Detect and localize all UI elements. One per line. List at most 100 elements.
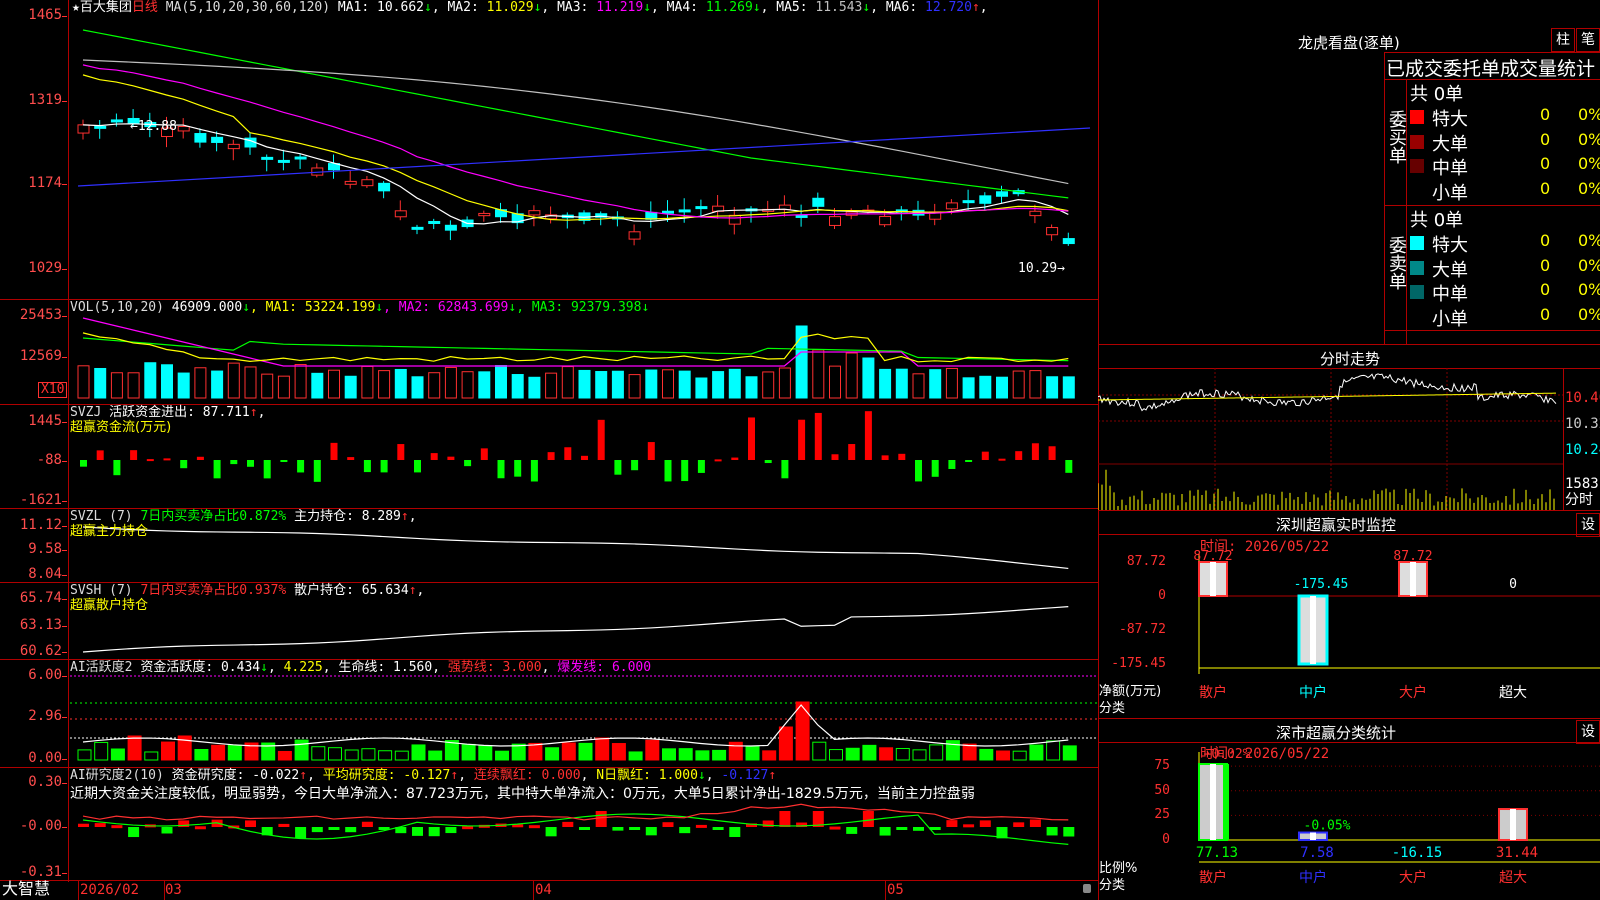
classify-settings-button[interactable]: 设 (1576, 720, 1600, 744)
vol-unit-badge[interactable]: X10 (38, 382, 68, 398)
activity-bar (294, 739, 309, 761)
fund-flow-bar (948, 460, 956, 469)
activity-bar (879, 747, 894, 761)
y-tick (62, 501, 67, 502)
tick-mode-button[interactable]: 笔 (1576, 28, 1600, 52)
candle (194, 133, 207, 143)
lhb-row: 中单 0 0% (1406, 154, 1600, 179)
period-label[interactable]: 日线 (132, 0, 158, 15)
ratio-bar-highlight (1510, 809, 1516, 840)
bar-mode-button[interactable]: 柱 (1551, 28, 1575, 52)
activity-bar (311, 746, 326, 761)
legend-swatch (1410, 309, 1424, 324)
activity-bar (845, 747, 860, 761)
ratio-bar-highlight (1210, 764, 1216, 840)
research-bar (94, 823, 106, 827)
legend-swatch (1410, 110, 1424, 124)
fund-flow-bar (247, 460, 254, 467)
net-bar-label: 87.72 (1393, 549, 1432, 564)
fund-flow-bar (881, 455, 889, 460)
volume-bar (929, 369, 942, 399)
activity-bar (161, 741, 175, 761)
monitor-chart[interactable]: 87.72 散户 -175.45 中户 87.72 大户 0 超大 (1098, 534, 1600, 714)
candle (812, 197, 825, 207)
category-label: 超大 (1499, 870, 1527, 886)
volume-bar (495, 365, 507, 399)
legend-swatch (1410, 285, 1424, 299)
research-bar (645, 827, 657, 836)
research-bar (128, 827, 140, 838)
activity-bar (495, 750, 509, 761)
ai2-comment: 近期大资金关注度较低，明显弱势，今日大单净流入：87.723万元，其中特大单净流… (70, 786, 975, 802)
activity-bar (478, 745, 493, 761)
research-bar (629, 827, 641, 830)
candle (528, 210, 541, 216)
fund-flow-bar (363, 460, 371, 473)
activity-bar (110, 748, 125, 761)
volume-bar (812, 349, 825, 399)
research-bar (662, 822, 674, 827)
fund-flow-bar (1065, 460, 1073, 473)
lock-icon[interactable] (1083, 884, 1091, 893)
ma-arrow: ↓ (424, 0, 432, 15)
y-axis-label: 6.00 (28, 667, 62, 683)
research-bar (78, 823, 89, 827)
lhb-row-pct: 0% (1578, 105, 1600, 124)
lhb-row-name: 小单 (1432, 182, 1468, 204)
stock-name[interactable]: 百大集团 (80, 0, 132, 15)
candle (478, 212, 491, 217)
candle (1046, 227, 1059, 236)
intraday-chart[interactable] (1098, 368, 1563, 510)
brand-label[interactable]: 大智慧 (2, 881, 50, 897)
ma-label: MA1: (337, 0, 378, 15)
y-axis-label: 1319 (28, 92, 62, 108)
net-bar-label: 87.72 (1193, 549, 1232, 564)
ma-value: 12.720 (925, 0, 972, 15)
candle (945, 202, 958, 210)
lhb-row-pct: 0% (1578, 231, 1600, 250)
volume-bar (762, 371, 775, 399)
fund-flow-bar (681, 460, 689, 482)
research-bar (328, 827, 340, 830)
low-price-label: 10.29→ (1018, 261, 1065, 276)
volume-bar (511, 374, 524, 399)
fund-flow-bar (931, 460, 939, 477)
activity-bar (561, 742, 576, 761)
lhb-subtitle: 已成交委托单成交量统计 (1386, 58, 1596, 80)
volume-bar (1012, 370, 1025, 399)
volume-bar (244, 366, 257, 399)
date-label: 2026/02 (80, 882, 140, 898)
research-bar (562, 821, 574, 827)
activity-bar (795, 701, 810, 761)
lhb-row-name: 大单 (1432, 133, 1468, 155)
volume-bar (428, 372, 441, 399)
activity-bar (344, 749, 359, 761)
research-bar (445, 827, 457, 834)
legend-swatch (1410, 236, 1424, 250)
fund-flow-bar (981, 451, 989, 460)
lhb-row: 小单 0 0% (1406, 179, 1600, 204)
research-bar (545, 827, 557, 837)
lhb-row-value: 0 (1540, 231, 1551, 250)
fund-flow-bar (96, 450, 104, 460)
net-bar-label: -175.45 (1294, 577, 1349, 592)
star-icon[interactable]: ★ (72, 0, 80, 15)
volume-bar (478, 371, 491, 399)
fund-flow-bar (397, 444, 405, 460)
category-label: 散户 (1199, 684, 1227, 701)
y-tick (62, 357, 67, 358)
net-bar-highlight (1210, 562, 1216, 596)
volume-bar (277, 375, 290, 399)
legend-swatch (1410, 159, 1424, 173)
research-bar (278, 823, 290, 827)
fund-flow-bar (547, 452, 555, 460)
category-label: 中户 (1299, 869, 1327, 886)
candle (294, 156, 307, 160)
activity-bar (1012, 750, 1027, 761)
y-axis-label: 25453 (19, 307, 62, 323)
sep: , (651, 0, 659, 15)
svsh-legend: SVSH (7) 7日内买卖净占比0.937% 散户持仓: 65.634↑, (70, 583, 425, 598)
y-axis-label: 1029 (28, 260, 62, 276)
classify-chart[interactable]: +0.02% 77.13 散户 -0.05% 7.58 中户 -16.15 大户 31.44 超大 (1098, 742, 1600, 900)
vol-ma-value: 62843.699 (437, 300, 509, 315)
